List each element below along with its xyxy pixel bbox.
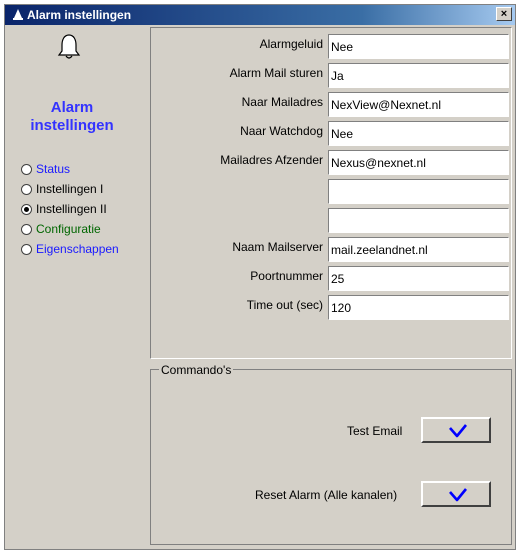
radio-button[interactable] — [21, 163, 32, 175]
empty-field-2[interactable] — [328, 208, 509, 233]
test-email-label: Test Email — [347, 424, 403, 438]
radio-button[interactable] — [21, 223, 32, 235]
field-label: Naar Mailadres — [241, 95, 323, 109]
radio-label-configuratie: Configuratie — [36, 222, 101, 236]
app-icon — [13, 9, 23, 20]
radio-instellingen-1[interactable]: Instellingen I — [21, 181, 103, 197]
commands-legend: Commando's — [159, 363, 234, 377]
field-label: Naar Watchdog — [240, 124, 323, 138]
sidebar: Alarm instellingen Status Instellingen I… — [5, 25, 145, 549]
form-row-empty-2 — [151, 206, 511, 234]
settings-panel: Alarmgeluid Alarm Mail sturen Naar Maila… — [150, 27, 512, 359]
naar-watchdog-field[interactable] — [328, 121, 509, 146]
radio-button[interactable] — [21, 183, 32, 195]
radio-eigenschappen[interactable]: Eigenschappen — [21, 241, 119, 257]
sidebar-title: Alarm instellingen — [13, 99, 131, 135]
radio-button[interactable] — [21, 243, 32, 255]
form-row-naar-watchdog: Naar Watchdog — [151, 119, 511, 147]
radio-label-instellingen-1: Instellingen I — [36, 182, 104, 196]
form-row-alarm-mail: Alarm Mail sturen — [151, 61, 511, 89]
field-label: Alarmgeluid — [259, 37, 323, 51]
field-label: Poortnummer — [250, 269, 323, 283]
alarm-settings-window: Alarm instellingen × Alarm instellingen … — [4, 4, 516, 550]
empty-field-1[interactable] — [328, 179, 509, 204]
form-row-alarmgeluid: Alarmgeluid — [151, 32, 511, 60]
alarmgeluid-field[interactable] — [328, 34, 509, 59]
checkmark-icon — [449, 488, 468, 502]
radio-configuratie[interactable]: Configuratie — [21, 221, 101, 237]
form-row-empty-1 — [151, 177, 511, 205]
naam-mailserver-field[interactable] — [328, 237, 509, 262]
mailadres-afzender-field[interactable] — [328, 150, 509, 175]
reset-alarm-label: Reset Alarm (Alle kanalen) — [255, 488, 398, 502]
form-row-poortnummer: Poortnummer — [151, 264, 511, 292]
field-label: Naam Mailserver — [232, 240, 323, 254]
field-label: Alarm Mail sturen — [229, 66, 323, 80]
form-row-naar-mailadres: Naar Mailadres — [151, 90, 511, 118]
test-email-button[interactable] — [421, 417, 491, 443]
radio-label-eigenschappen: Eigenschappen — [36, 242, 119, 256]
commands-group: Commando's Test Email Reset Alarm (Alle … — [150, 363, 512, 545]
checkmark-icon — [449, 424, 468, 438]
field-label: Mailadres Afzender — [220, 153, 323, 167]
radio-label-instellingen-2: Instellingen II — [36, 202, 107, 216]
sidebar-title-line2: instellingen — [30, 117, 114, 134]
field-label: Time out (sec) — [246, 298, 323, 312]
poortnummer-field[interactable] — [328, 266, 509, 291]
form-row-mailadres-afzender: Mailadres Afzender — [151, 148, 511, 176]
close-button[interactable]: × — [496, 7, 512, 21]
naar-mailadres-field[interactable] — [328, 92, 509, 117]
reset-alarm-button[interactable] — [421, 481, 491, 507]
radio-status[interactable]: Status — [21, 161, 70, 177]
title-bar[interactable]: Alarm instellingen × — [5, 5, 515, 25]
window-title: Alarm instellingen — [27, 8, 132, 22]
time-out-field[interactable] — [328, 295, 509, 320]
form-row-naam-mailserver: Naam Mailserver — [151, 235, 511, 263]
alarm-mail-field[interactable] — [328, 63, 509, 88]
form-row-time-out: Time out (sec) — [151, 293, 511, 321]
close-icon: × — [500, 8, 508, 20]
radio-label-status: Status — [36, 162, 71, 176]
radio-instellingen-2[interactable]: Instellingen II — [21, 201, 107, 217]
sidebar-title-line1: Alarm — [50, 99, 94, 116]
bell-icon — [57, 34, 81, 59]
radio-button-selected[interactable] — [21, 203, 32, 215]
